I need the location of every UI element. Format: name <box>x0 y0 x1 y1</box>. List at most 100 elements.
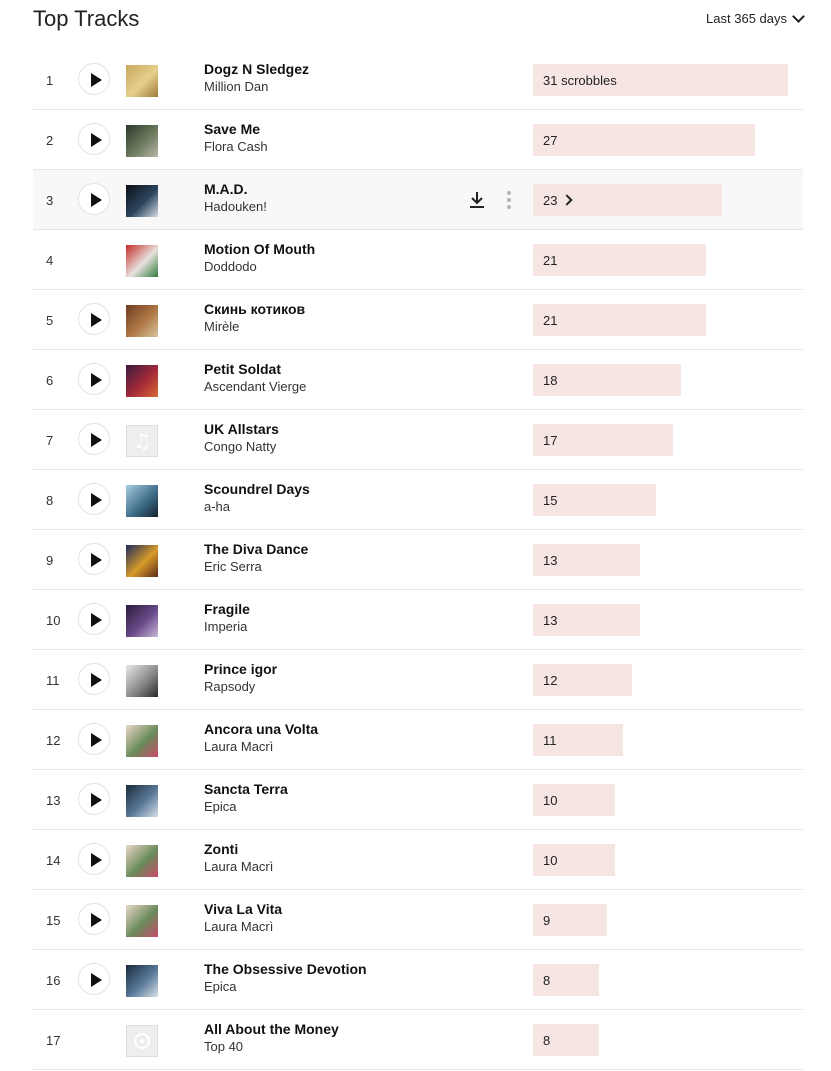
track-row[interactable]: 16 The Obsessive Devotion Epica 8 <box>33 950 803 1010</box>
play-button[interactable] <box>78 303 110 335</box>
artist-name-link[interactable]: Rapsody <box>204 678 255 695</box>
more-options-icon[interactable] <box>502 191 514 211</box>
track-row[interactable]: 12 Ancora una Volta Laura Macrì 11 <box>33 710 803 770</box>
track-row[interactable]: 10 Fragile Imperia 13 <box>33 590 803 650</box>
scrobble-bar[interactable]: 8 <box>533 1024 599 1056</box>
track-row[interactable]: 14 Zonti Laura Macrì 10 <box>33 830 803 890</box>
track-name-link[interactable]: Viva La Vita <box>204 901 282 918</box>
album-art[interactable] <box>126 545 158 577</box>
album-art[interactable] <box>126 65 158 97</box>
play-button[interactable] <box>78 903 110 935</box>
album-art[interactable] <box>126 905 158 937</box>
artist-name-link[interactable]: Laura Macrì <box>204 918 273 935</box>
scrobble-bar[interactable]: 11 <box>533 724 623 756</box>
track-row[interactable]: 5 Скинь котиков Mirèle 21 <box>33 290 803 350</box>
play-button[interactable] <box>78 843 110 875</box>
album-art[interactable] <box>126 365 158 397</box>
scrobble-bar[interactable]: 23 <box>533 184 722 216</box>
artist-name-link[interactable]: Laura Macrì <box>204 738 273 755</box>
track-name-link[interactable]: Dogz N Sledgez <box>204 61 309 78</box>
play-button[interactable] <box>78 183 110 215</box>
track-name-link[interactable]: Ancora una Volta <box>204 721 318 738</box>
scrobble-bar[interactable]: 10 <box>533 844 615 876</box>
artist-name-link[interactable]: Mirèle <box>204 318 239 335</box>
play-button[interactable] <box>78 963 110 995</box>
track-name-link[interactable]: Prince igor <box>204 661 277 678</box>
scrobble-bar[interactable]: 21 <box>533 304 706 336</box>
play-button[interactable] <box>78 603 110 635</box>
scrobble-bar[interactable]: 15 <box>533 484 656 516</box>
track-name-link[interactable]: Motion Of Mouth <box>204 241 315 258</box>
track-name-link[interactable]: The Diva Dance <box>204 541 308 558</box>
artist-name-link[interactable]: a-ha <box>204 498 230 515</box>
track-name-link[interactable]: Petit Soldat <box>204 361 281 378</box>
artist-name-link[interactable]: Epica <box>204 798 237 815</box>
scrobble-bar[interactable]: 10 <box>533 784 615 816</box>
track-row[interactable]: 13 Sancta Terra Epica 10 <box>33 770 803 830</box>
album-art[interactable] <box>126 665 158 697</box>
album-art[interactable] <box>126 185 158 217</box>
album-art[interactable] <box>126 785 158 817</box>
artist-name-link[interactable]: Doddodo <box>204 258 257 275</box>
artist-name-link[interactable]: Hadouken! <box>204 198 267 215</box>
scrobble-bar[interactable]: 21 <box>533 244 706 276</box>
download-icon[interactable] <box>467 190 487 210</box>
scrobble-bar[interactable]: 9 <box>533 904 607 936</box>
artist-name-link[interactable]: Million Dan <box>204 78 268 95</box>
scrobble-bar[interactable]: 8 <box>533 964 599 996</box>
scrobble-bar[interactable]: 31 scrobbles <box>533 64 788 96</box>
album-art[interactable] <box>126 965 158 997</box>
track-name-link[interactable]: Скинь котиков <box>204 301 305 318</box>
play-button[interactable] <box>78 483 110 515</box>
album-art[interactable] <box>126 485 158 517</box>
play-button[interactable] <box>78 543 110 575</box>
album-art[interactable] <box>126 725 158 757</box>
track-name-link[interactable]: Sancta Terra <box>204 781 288 798</box>
play-button[interactable] <box>78 783 110 815</box>
play-button[interactable] <box>78 723 110 755</box>
play-button[interactable] <box>78 363 110 395</box>
track-row[interactable]: 8 Scoundrel Days a-ha 15 <box>33 470 803 530</box>
artist-name-link[interactable]: Laura Macrì <box>204 858 273 875</box>
album-art[interactable]: ♫ <box>126 425 158 457</box>
scrobble-bar[interactable]: 18 <box>533 364 681 396</box>
artist-name-link[interactable]: Top 40 <box>204 1038 243 1055</box>
album-art[interactable] <box>126 125 158 157</box>
scrobble-bar[interactable]: 12 <box>533 664 632 696</box>
artist-name-link[interactable]: Congo Natty <box>204 438 276 455</box>
album-art[interactable] <box>126 245 158 277</box>
track-row[interactable]: 17 All About the Money Top 40 8 <box>33 1010 803 1070</box>
scrobble-bar[interactable]: 27 <box>533 124 755 156</box>
track-row[interactable]: 3 M.A.D. Hadouken! 23 <box>33 170 803 230</box>
track-name-link[interactable]: M.A.D. <box>204 181 248 198</box>
album-art[interactable] <box>126 305 158 337</box>
artist-name-link[interactable]: Imperia <box>204 618 247 635</box>
album-art[interactable] <box>126 1025 158 1057</box>
play-button[interactable] <box>78 423 110 455</box>
scrobble-bar[interactable]: 17 <box>533 424 673 456</box>
track-row[interactable]: 1 Dogz N Sledgez Million Dan 31 scrobbles <box>33 50 803 110</box>
artist-name-link[interactable]: Flora Cash <box>204 138 268 155</box>
artist-name-link[interactable]: Epica <box>204 978 237 995</box>
artist-name-link[interactable]: Ascendant Vierge <box>204 378 306 395</box>
track-name-link[interactable]: Fragile <box>204 601 250 618</box>
track-name-link[interactable]: UK Allstars <box>204 421 279 438</box>
track-row[interactable]: 7 ♫ UK Allstars Congo Natty 17 <box>33 410 803 470</box>
play-button[interactable] <box>78 63 110 95</box>
track-row[interactable]: 9 The Diva Dance Eric Serra 13 <box>33 530 803 590</box>
album-art[interactable] <box>126 605 158 637</box>
track-name-link[interactable]: The Obsessive Devotion <box>204 961 367 978</box>
track-row[interactable]: 2 Save Me Flora Cash 27 <box>33 110 803 170</box>
play-button[interactable] <box>78 123 110 155</box>
album-art[interactable] <box>126 845 158 877</box>
period-dropdown[interactable]: Last 365 days <box>706 9 805 29</box>
track-name-link[interactable]: Save Me <box>204 121 260 138</box>
track-name-link[interactable]: All About the Money <box>204 1021 339 1038</box>
track-row[interactable]: 15 Viva La Vita Laura Macrì 9 <box>33 890 803 950</box>
track-row[interactable]: 4 Motion Of Mouth Doddodo 21 <box>33 230 803 290</box>
scrobble-bar[interactable]: 13 <box>533 544 640 576</box>
artist-name-link[interactable]: Eric Serra <box>204 558 262 575</box>
track-name-link[interactable]: Scoundrel Days <box>204 481 310 498</box>
scrobble-bar[interactable]: 13 <box>533 604 640 636</box>
track-name-link[interactable]: Zonti <box>204 841 238 858</box>
